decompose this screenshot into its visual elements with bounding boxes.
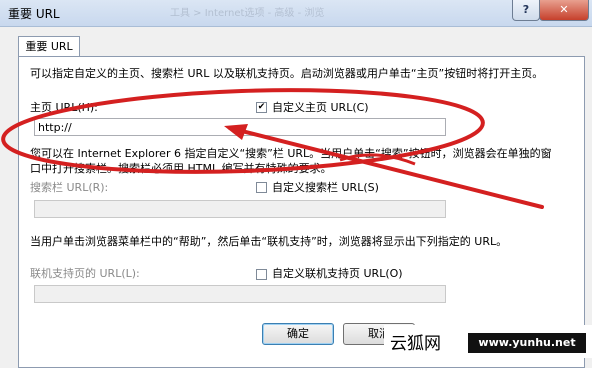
support-description: 当用户单击浏览器菜单栏中的“帮助”，然后单击“联机支持”时，浏览器将显示出下列指… <box>30 235 508 248</box>
search-url-input[interactable] <box>35 201 451 217</box>
homepage-custom-checkbox[interactable]: ✔ <box>256 102 267 113</box>
watermark: 云狐网 www.yunhu.net <box>384 325 592 358</box>
watermark-url: www.yunhu.net <box>468 333 586 353</box>
search-description: 您可以在 Internet Explorer 6 指定自定义“搜索”栏 URL。… <box>30 147 552 175</box>
background-window-text: 工具 > Internet选项 - 高级 - 浏览 <box>170 8 325 19</box>
intro-text: 可以指定自定义的主页、搜索栏 URL 以及联机支持页。启动浏览器或用户单击“主页… <box>30 67 544 80</box>
support-url-field[interactable] <box>34 285 451 303</box>
tab-important-urls[interactable]: 重要 URL <box>18 36 80 57</box>
tab-bar: 重要 URL <box>0 26 592 58</box>
homepage-url-field[interactable] <box>34 118 451 136</box>
support-url-input[interactable] <box>35 286 451 302</box>
close-button[interactable]: ✕ <box>539 0 589 21</box>
title-bar: 重要 URL 工具 > Internet选项 - 高级 - 浏览 ? ✕ <box>0 0 592 27</box>
search-label: 搜索栏 URL(R): <box>30 181 109 194</box>
watermark-brand: 云狐网 <box>390 334 441 354</box>
search-custom-checkbox[interactable] <box>256 182 267 193</box>
support-custom-label[interactable]: 自定义联机支持页 URL(O) <box>272 266 403 281</box>
search-url-field[interactable] <box>34 200 451 218</box>
homepage-url-input[interactable] <box>35 119 451 135</box>
homepage-custom-label[interactable]: 自定义主页 URL(C) <box>272 100 369 115</box>
homepage-label: 主页 URL(H): <box>30 101 98 114</box>
help-button[interactable]: ? <box>512 0 540 21</box>
support-label: 联机支持页的 URL(L): <box>30 267 140 280</box>
support-custom-checkbox[interactable] <box>256 269 267 280</box>
search-custom-label[interactable]: 自定义搜索栏 URL(S) <box>272 180 379 195</box>
window-title: 重要 URL <box>8 7 60 21</box>
ok-button[interactable]: 确定 <box>262 323 334 345</box>
